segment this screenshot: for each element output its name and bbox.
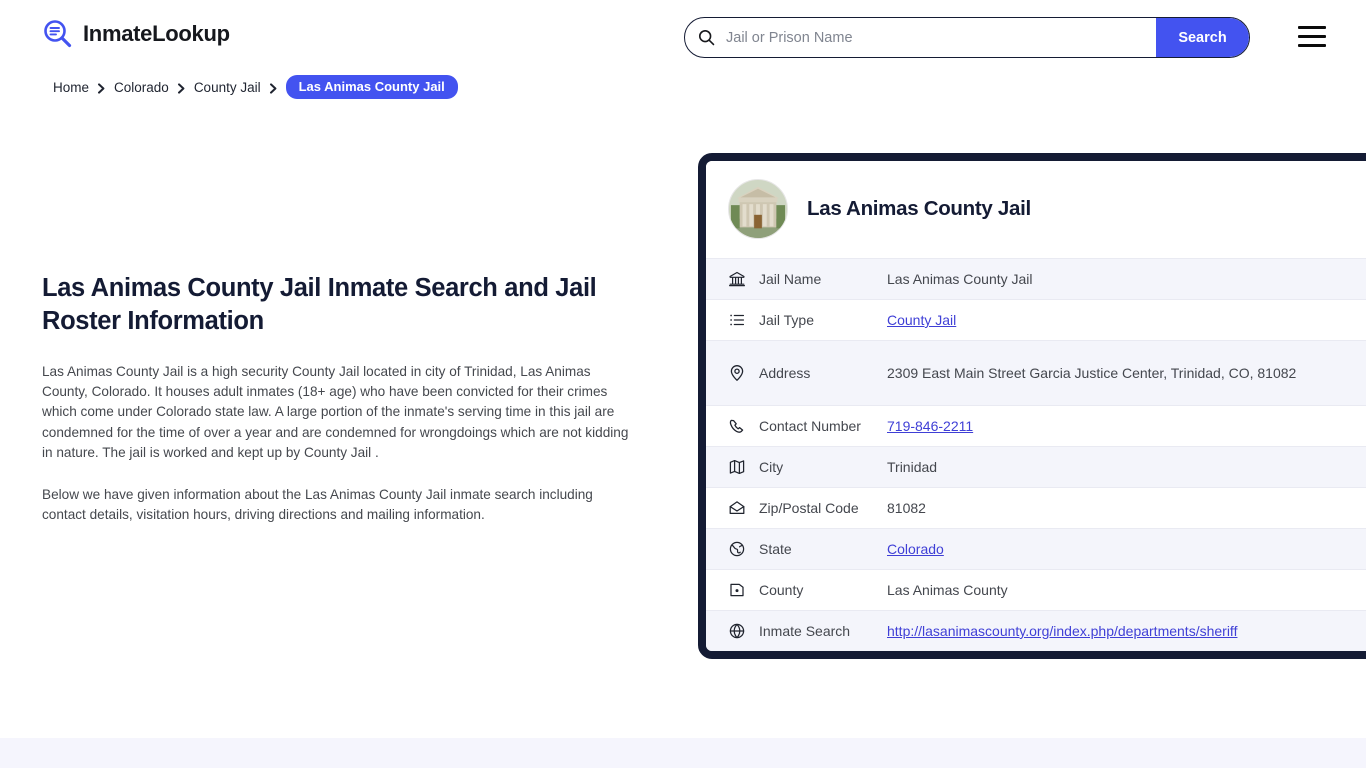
breadcrumb-item-colorado[interactable]: Colorado [114, 80, 169, 95]
row-label: Inmate Search [759, 623, 851, 639]
row-value: 81082 [887, 500, 926, 516]
map-icon [728, 458, 746, 476]
state-link[interactable]: Colorado [887, 541, 944, 557]
row-label: Contact Number [759, 418, 861, 434]
breadcrumb: Home Colorado County Jail Las Animas Cou… [53, 75, 458, 99]
envelope-icon [728, 499, 746, 517]
hamburger-bar [1298, 35, 1326, 38]
row-label: Jail Name [759, 271, 822, 287]
jail-info-card-title: Las Animas County Jail [807, 197, 1031, 220]
breadcrumb-item-home[interactable]: Home [53, 80, 89, 95]
hamburger-menu-icon[interactable] [1298, 26, 1326, 47]
bank-icon [728, 270, 746, 288]
jail-details-table: Jail Name Las Animas County Jail Jail Ty… [706, 258, 1366, 651]
row-label: State [759, 541, 792, 557]
hamburger-bar [1298, 44, 1326, 47]
search-button[interactable]: Search [1156, 18, 1249, 57]
table-row: County Las Animas County [706, 569, 1366, 610]
table-row: Inmate Search http://lasanimascounty.org… [706, 610, 1366, 651]
row-label: County [759, 582, 804, 598]
article-paragraph-1: Las Animas County Jail is a high securit… [42, 364, 629, 460]
magnifier-list-icon [42, 18, 74, 50]
article-column: Las Animas County Jail Inmate Search and… [42, 272, 642, 525]
map-pin-icon [728, 364, 746, 382]
row-value: Las Animas County Jail [887, 271, 1033, 287]
row-value: 2309 East Main Street Garcia Justice Cen… [887, 365, 1297, 381]
row-value: Trinidad [887, 459, 938, 475]
row-label: Jail Type [759, 312, 814, 328]
table-row: State Colorado [706, 528, 1366, 569]
row-label: Address [759, 365, 811, 381]
article-paragraph-2: Below we have given information about th… [42, 487, 593, 523]
row-value: Las Animas County [887, 582, 1008, 598]
breadcrumb-item-county-jail[interactable]: County Jail [194, 80, 261, 95]
globe-icon [728, 622, 746, 640]
logo-text: InmateLookup [83, 21, 230, 46]
chevron-right-icon [269, 82, 278, 94]
row-label: City [759, 459, 784, 475]
chevron-right-icon [97, 82, 106, 94]
search-input[interactable] [715, 18, 1156, 57]
page-title: Las Animas County Jail Inmate Search and… [42, 274, 597, 335]
search-icon [698, 29, 715, 46]
globe-americas-icon [728, 540, 746, 558]
list-icon [728, 311, 746, 329]
hamburger-bar [1298, 26, 1326, 29]
table-row: Zip/Postal Code 81082 [706, 487, 1366, 528]
footer-band [0, 738, 1366, 768]
jail-type-link[interactable]: County Jail [887, 312, 956, 328]
table-row: Jail Name Las Animas County Jail [706, 258, 1366, 299]
search-bar[interactable]: Search [684, 17, 1250, 58]
jail-info-card: Las Animas County Jail Jail Name Las Ani… [698, 153, 1366, 659]
inmate-search-link[interactable]: http://lasanimascounty.org/index.php/dep… [887, 623, 1237, 639]
courthouse-photo [728, 179, 788, 239]
table-row: Address 2309 East Main Street Garcia Jus… [706, 340, 1366, 405]
jail-info-card-header: Las Animas County Jail [706, 161, 1366, 258]
phone-icon [728, 417, 746, 435]
county-icon [728, 581, 746, 599]
chevron-right-icon [177, 82, 186, 94]
site-logo[interactable]: InmateLookup [42, 18, 230, 50]
table-row: Contact Number 719-846-2211 [706, 405, 1366, 446]
phone-link[interactable]: 719-846-2211 [887, 418, 973, 434]
row-label: Zip/Postal Code [759, 500, 859, 516]
table-row: Jail Type County Jail [706, 299, 1366, 340]
site-header: InmateLookup Search [0, 0, 1366, 74]
table-row: City Trinidad [706, 446, 1366, 487]
breadcrumb-current: Las Animas County Jail [285, 75, 458, 99]
